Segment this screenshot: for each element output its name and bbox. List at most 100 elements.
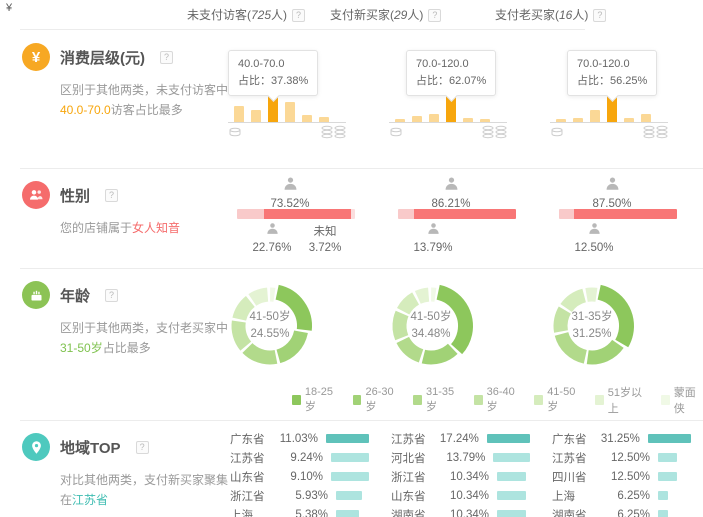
section-desc: 您的店铺属于女人知音 (60, 218, 232, 238)
tab-old-buyers[interactable]: 支付老买家(16人)? (495, 6, 606, 23)
female-icon (605, 176, 620, 191)
male-icon (427, 222, 440, 235)
tab-label-suffix: 人) (271, 8, 287, 22)
legend-swatch (474, 395, 483, 405)
legend-item[interactable]: 51岁以上 (595, 384, 648, 416)
gender-chart-unpaid[interactable]: 73.52% 22.76% 未知 3.72% (220, 168, 381, 268)
male-stat: 12.50% (566, 222, 622, 254)
legend-item[interactable]: 18-25岁 (292, 386, 340, 414)
desc-text: 占比最多 (103, 341, 151, 355)
bar[interactable] (429, 114, 439, 122)
region-list-old-buyers[interactable]: 广东省31.25%江苏省12.50%四川省12.50%上海6.25%湖南省6.2… (542, 420, 703, 517)
price-high-coins-icon (481, 124, 509, 140)
region-name: 江苏省 (230, 450, 277, 466)
legend-swatch (595, 395, 604, 405)
bar[interactable] (251, 110, 261, 122)
female-segment[interactable] (574, 209, 677, 219)
help-icon[interactable]: ? (105, 289, 118, 302)
region-bar[interactable] (658, 472, 677, 481)
region-bar[interactable] (658, 453, 677, 462)
region-row: 山东省9.10% (230, 467, 369, 486)
region-bar[interactable] (497, 472, 526, 481)
price-high-coins-icon (642, 124, 670, 140)
female-segment[interactable] (264, 209, 351, 219)
gender-chart-old-buyers[interactable]: 87.50% 12.50% (542, 168, 703, 268)
region-bar[interactable] (497, 510, 526, 517)
legend-label: 18-25岁 (305, 386, 340, 414)
region-row: 山东省10.34% (391, 486, 530, 505)
region-row: 江苏省17.24% (391, 429, 530, 448)
desc-text: 您的店铺属于 (60, 221, 132, 235)
bar[interactable] (641, 114, 651, 122)
region-row: 湖南省10.34% (391, 505, 530, 517)
female-icon (283, 176, 298, 191)
section-region-top: 地域TOP ? 对比其他两类，支付新买家聚集在江苏省 广东省11.03%江苏省9… (0, 420, 703, 517)
region-name: 河北省 (391, 450, 439, 466)
region-row: 上海5.38% (230, 505, 369, 517)
tab-new-buyers[interactable]: 支付新买家(29人)? (330, 6, 441, 23)
region-list-new-buyers[interactable]: 江苏省17.24%河北省13.79%浙江省10.34%山东省10.34%湖南省1… (381, 420, 542, 517)
help-icon[interactable]: ? (292, 9, 305, 22)
age-donut-new-buyers[interactable]: 41-50岁 34.48% (381, 268, 542, 380)
legend-item[interactable]: 26-30岁 (353, 386, 401, 414)
legend-item[interactable]: 36-40岁 (474, 386, 522, 414)
unknown-label: 未知 (297, 224, 353, 240)
help-icon[interactable]: ? (160, 51, 173, 64)
desc-text: 区别于其他两类，支付老买家中 (60, 321, 228, 335)
region-bar[interactable] (493, 453, 530, 462)
price-high-coins-icon (320, 124, 348, 140)
region-bar[interactable] (336, 491, 362, 500)
donut-chart (544, 278, 640, 374)
consumption-chart-new-buyers[interactable]: 70.0-120.0 占比：62.07% (381, 30, 542, 168)
legend-item[interactable]: 蒙面侠 (661, 384, 703, 416)
region-name: 上海 (552, 488, 602, 504)
male-segment[interactable] (398, 209, 414, 219)
male-segment[interactable] (559, 209, 574, 219)
help-icon[interactable]: ? (593, 9, 606, 22)
region-bar[interactable] (326, 434, 369, 443)
region-percent: 5.93% (280, 490, 328, 502)
tooltip-range: 70.0-120.0 (416, 56, 486, 73)
legend-label: 蒙面侠 (674, 384, 703, 416)
region-percent: 9.24% (277, 452, 323, 464)
region-bar[interactable] (331, 472, 369, 481)
age-donut-unpaid[interactable]: 41-50岁 24.55% (220, 268, 381, 380)
age-donut-old-buyers[interactable]: 31-35岁 31.25% (542, 268, 703, 380)
yen-icon: ¥ (22, 43, 50, 71)
help-icon[interactable]: ? (136, 441, 149, 454)
consumption-chart-old-buyers[interactable]: 70.0-120.0 占比：56.25% (542, 30, 703, 168)
legend-item[interactable]: 31-35岁 (413, 386, 461, 414)
unknown-segment[interactable] (351, 209, 355, 219)
region-bar[interactable] (658, 491, 668, 500)
gender-stacked-bar (559, 209, 677, 219)
help-icon[interactable]: ? (428, 9, 441, 22)
tab-unpaid-visitors[interactable]: 未支付访客(725人)? (187, 6, 305, 23)
bar[interactable] (285, 102, 295, 122)
region-bar[interactable] (336, 510, 359, 517)
region-bar[interactable] (497, 491, 526, 500)
tab-count: 29 (394, 8, 407, 22)
region-percent: 5.38% (280, 509, 328, 517)
male-segment[interactable] (237, 209, 264, 219)
price-low-coin-icon (550, 126, 564, 138)
bar[interactable] (234, 106, 244, 122)
region-list-unpaid[interactable]: 广东省11.03%江苏省9.24%山东省9.10%浙江省5.93%上海5.38% (220, 420, 381, 517)
legend-item[interactable]: 41-50岁 (534, 386, 582, 414)
region-bar[interactable] (331, 453, 369, 462)
section-title: 性别 (60, 185, 90, 206)
female-segment[interactable] (414, 209, 516, 219)
consumption-chart-unpaid[interactable]: 40.0-70.0 占比：37.38% (220, 30, 381, 168)
region-bar[interactable] (658, 510, 668, 517)
region-name: 浙江省 (391, 469, 441, 485)
region-bar[interactable] (487, 434, 530, 443)
bar[interactable] (302, 115, 312, 122)
donut-chart (222, 278, 318, 374)
region-bar[interactable] (648, 434, 691, 443)
x-axis (550, 122, 668, 123)
people-icon (22, 181, 50, 209)
help-icon[interactable]: ? (105, 189, 118, 202)
region-percent: 12.50% (602, 452, 650, 464)
bar[interactable] (590, 110, 600, 122)
section-age: 年龄 ? 区别于其他两类，支付老买家中31-50岁占比最多 41-50岁 24.… (0, 268, 703, 420)
gender-chart-new-buyers[interactable]: 86.21% 13.79% (381, 168, 542, 268)
